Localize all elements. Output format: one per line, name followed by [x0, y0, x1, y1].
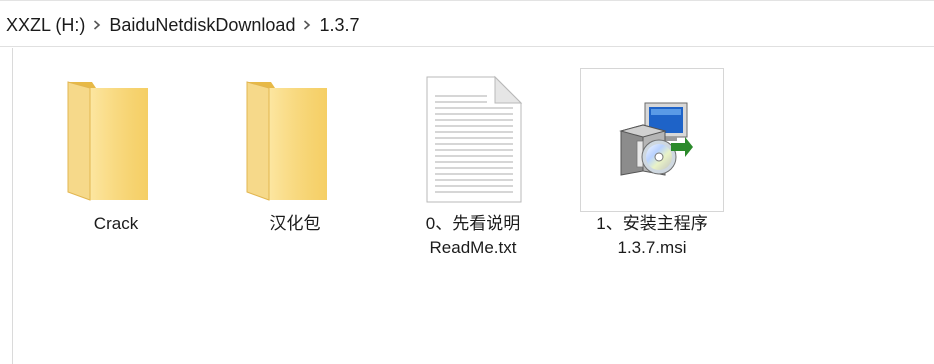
file-name-line1: 0、先看说明	[425, 214, 521, 233]
file-name-line2: ReadMe.txt	[429, 238, 517, 257]
breadcrumb-item-current[interactable]: 1.3.7	[319, 15, 359, 36]
file-name-line2: 1.3.7.msi	[617, 238, 687, 257]
folder-icon	[44, 68, 188, 212]
file-item-installer[interactable]: 1、安装主程序 1.3.7.msi	[580, 68, 724, 260]
installer-icon	[580, 68, 724, 212]
breadcrumb: XXZL (H:) BaiduNetdiskDownload 1.3.7	[0, 4, 934, 47]
text-file-icon	[401, 68, 545, 212]
breadcrumb-item-drive[interactable]: XXZL (H:)	[6, 15, 85, 36]
navigation-pane-divider	[12, 48, 13, 364]
folder-icon	[223, 68, 367, 212]
file-name: 汉化包	[269, 214, 321, 233]
file-name: Crack	[93, 214, 139, 233]
file-name-line1: 1、安装主程序	[596, 214, 708, 233]
chevron-right-icon[interactable]	[295, 15, 319, 35]
window-top-border	[0, 0, 934, 1]
file-item-crack[interactable]: Crack	[44, 68, 188, 236]
file-item-readme[interactable]: 0、先看说明 ReadMe.txt	[401, 68, 545, 260]
file-item-localization-pack[interactable]: 汉化包	[223, 68, 367, 236]
chevron-right-icon[interactable]	[85, 15, 109, 35]
breadcrumb-item-folder[interactable]: BaiduNetdiskDownload	[109, 15, 295, 36]
